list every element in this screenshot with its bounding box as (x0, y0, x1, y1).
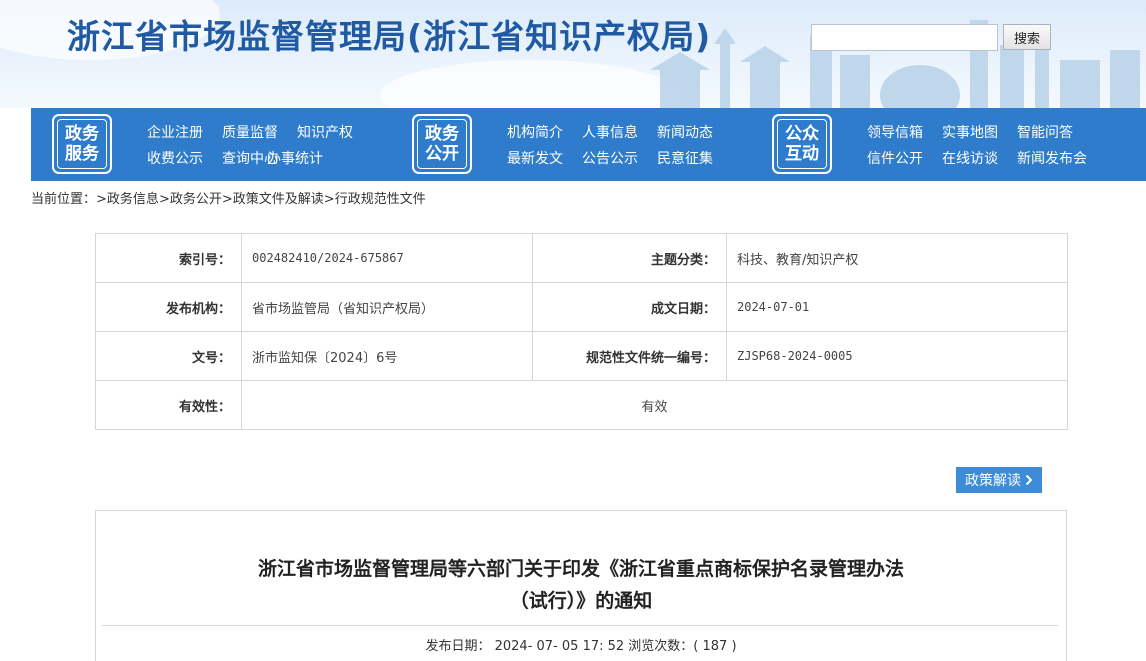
nav-link-intellectual-property[interactable]: 知识产权 (297, 122, 353, 142)
nav-badge-inner: 政务 公开 (417, 119, 467, 169)
breadcrumb-item-gov-openness[interactable]: 政务公开 (170, 192, 222, 207)
index-number-label: 索引号： (95, 233, 242, 283)
search-button[interactable]: 搜索 (1003, 24, 1051, 50)
nav-link-public-opinion[interactable]: 民意征集 (657, 148, 713, 168)
nav-badge-label: 政务 (65, 124, 99, 144)
nav-link-fee-disclosure[interactable]: 收费公示 (147, 148, 203, 168)
document-number-value: 浙市监知保〔2024〕6号 (241, 331, 533, 381)
nav-link-press-conference[interactable]: 新闻发布会 (1017, 148, 1087, 168)
chevron-right-icon (1025, 474, 1033, 486)
nav-badge-label: 服务 (65, 144, 99, 164)
breadcrumb-item-gov-info[interactable]: 政务信息 (107, 192, 159, 207)
topic-category-label: 主题分类： (532, 233, 727, 283)
nav-link-news[interactable]: 新闻动态 (657, 122, 713, 142)
nav-badge-gov-openness[interactable]: 政务 公开 (412, 114, 472, 174)
nav-link-letters-public[interactable]: 信件公开 (867, 148, 923, 168)
table-row: 索引号： 002482410/2024-675867 主题分类： 科技、教育/知… (95, 233, 1068, 283)
header-banner: 浙江省市场监督管理局(浙江省知识产权局) 搜索 (0, 0, 1146, 108)
article-title: 浙江省市场监督管理局等六部门关于印发《浙江省重点商标保护名录管理办法 （试行）》… (96, 553, 1066, 617)
document-meta-table: 索引号： 002482410/2024-675867 主题分类： 科技、教育/知… (95, 233, 1068, 430)
nav-badge-label: 政务 (425, 124, 459, 144)
table-row: 发布机构： 省市场监管局（省知识产权局） 成文日期： 2024-07-01 (95, 282, 1068, 332)
validity-value: 有效 (241, 380, 1068, 430)
nav-link-org-intro[interactable]: 机构简介 (507, 122, 563, 142)
nav-badge-gov-services[interactable]: 政务 服务 (52, 114, 112, 174)
nav-link-enterprise-registration[interactable]: 企业注册 (147, 122, 203, 142)
nav-link-quality-supervision[interactable]: 质量监督 (222, 122, 278, 142)
nav-badge-label: 公众 (785, 124, 819, 144)
breadcrumb-separator: > (96, 192, 107, 207)
article-publish-info: 发布日期： 2024- 07- 05 17: 52 浏览次数：( 187 ) (425, 639, 737, 654)
nav-badge-label: 互动 (785, 144, 819, 164)
issuer-value: 省市场监管局（省知识产权局） (241, 282, 533, 332)
table-row: 文号： 浙市监知保〔2024〕6号 规范性文件统一编号： ZJSP68-2024… (95, 331, 1068, 381)
drafted-date-label: 成文日期： (532, 282, 727, 332)
issuer-label: 发布机构： (95, 282, 242, 332)
article-divider (102, 625, 1058, 626)
drafted-date-value: 2024-07-01 (726, 282, 1068, 332)
topic-category-value: 科技、教育/知识产权 (726, 233, 1068, 283)
unified-code-value: ZJSP68-2024-0005 (726, 331, 1068, 381)
breadcrumb-item-normative-docs[interactable]: 行政规范性文件 (335, 192, 426, 207)
document-number-label: 文号： (95, 331, 242, 381)
nav-link-practical-map[interactable]: 实事地图 (942, 122, 998, 142)
policy-interpretation-label: 政策解读 (965, 473, 1021, 489)
table-row: 有效性： 有效 (95, 380, 1068, 430)
policy-interpretation-button[interactable]: 政策解读 (956, 467, 1042, 493)
banner-cloud (380, 60, 680, 108)
article-title-line: 浙江省市场监督管理局等六部门关于印发《浙江省重点商标保护名录管理办法 (257, 558, 904, 580)
breadcrumb-separator: > (323, 192, 335, 207)
nav-badge-inner: 政务 服务 (57, 119, 107, 169)
nav-badge-label: 公开 (425, 144, 459, 164)
nav-link-leader-mailbox[interactable]: 领导信箱 (867, 122, 923, 142)
search-input[interactable] (811, 24, 998, 51)
article-panel: 浙江省市场监督管理局等六部门关于印发《浙江省重点商标保护名录管理办法 （试行）》… (95, 510, 1067, 661)
breadcrumb-separator: > (158, 192, 170, 207)
nav-link-online-interview[interactable]: 在线访谈 (942, 148, 998, 168)
nav-link-announcements[interactable]: 公告公示 (582, 148, 638, 168)
validity-label: 有效性： (95, 380, 242, 430)
index-number-value: 002482410/2024-675867 (241, 233, 533, 283)
unified-code-label: 规范性文件统一编号： (532, 331, 727, 381)
main-nav: 政务 服务 企业注册 质量监督 知识产权 收费公示 查询中心 办事统计 政务 公… (31, 108, 1146, 181)
breadcrumb: 当前位置：>政务信息>政务公开>政策文件及解读>行政规范性文件 (31, 188, 426, 207)
city-skyline-illustration (650, 20, 1140, 108)
nav-badge-public-interaction[interactable]: 公众 互动 (772, 114, 832, 174)
breadcrumb-separator: > (221, 192, 233, 207)
nav-link-smart-qa[interactable]: 智能问答 (1017, 122, 1073, 142)
nav-link-service-stats[interactable]: 办事统计 (267, 148, 323, 168)
site-title: 浙江省市场监督管理局(浙江省知识产权局) (67, 17, 712, 56)
breadcrumb-prefix: 当前位置： (31, 192, 97, 207)
nav-link-personnel-info[interactable]: 人事信息 (582, 122, 638, 142)
article-title-line: （试行）》的通知 (509, 590, 653, 612)
breadcrumb-item-policy-docs[interactable]: 政策文件及解读 (233, 192, 324, 207)
nav-link-latest-docs[interactable]: 最新发文 (507, 148, 563, 168)
nav-badge-inner: 公众 互动 (777, 119, 827, 169)
